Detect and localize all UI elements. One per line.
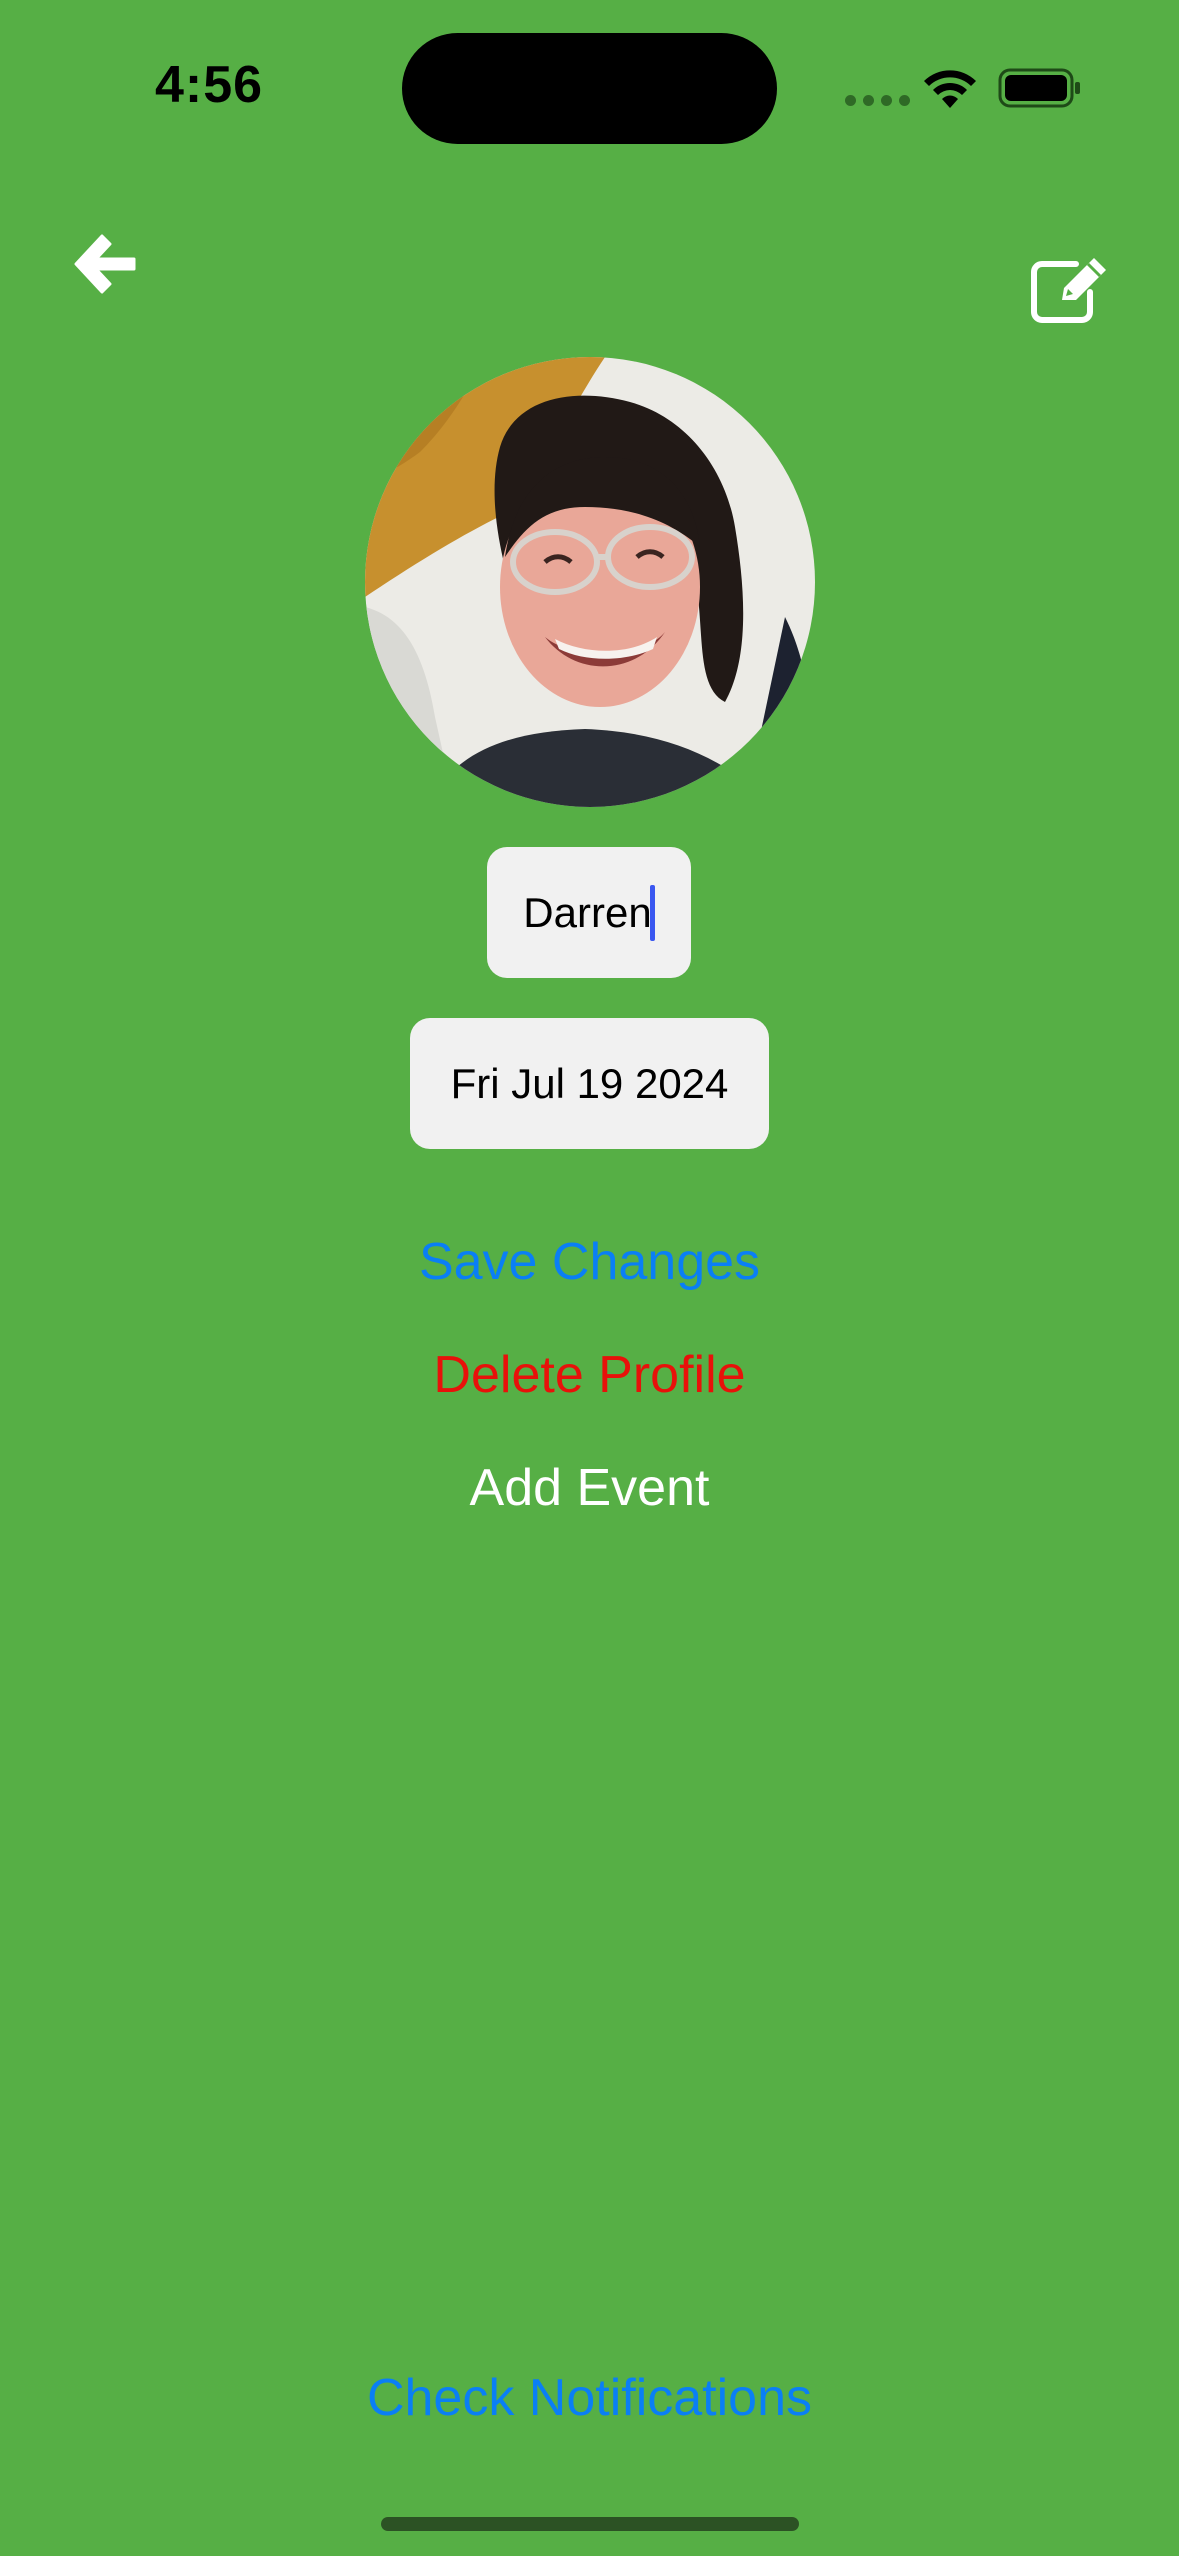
date-field-value: Fri Jul 19 2024 <box>450 1059 729 1107</box>
cellular-signal-icon <box>845 95 910 106</box>
home-indicator[interactable] <box>381 2517 799 2531</box>
wifi-icon <box>924 70 976 108</box>
dynamic-island <box>402 33 777 144</box>
edit-button[interactable] <box>1030 256 1110 324</box>
arrow-left-icon <box>74 234 136 294</box>
status-time: 4:56 <box>155 56 264 114</box>
check-notifications-button[interactable]: Check Notifications <box>0 2368 1179 2428</box>
name-field[interactable]: Darren <box>487 847 691 978</box>
battery-icon <box>998 68 1080 108</box>
profile-avatar[interactable] <box>365 357 815 807</box>
back-button[interactable] <box>70 230 138 298</box>
edit-square-icon <box>1031 258 1106 323</box>
text-cursor <box>649 884 655 941</box>
add-event-button[interactable]: Add Event <box>0 1458 1179 1518</box>
name-field-value: Darren <box>523 888 652 936</box>
save-changes-button[interactable]: Save Changes <box>0 1232 1179 1292</box>
delete-profile-button[interactable]: Delete Profile <box>0 1345 1179 1405</box>
date-field[interactable]: Fri Jul 19 2024 <box>410 1018 769 1149</box>
